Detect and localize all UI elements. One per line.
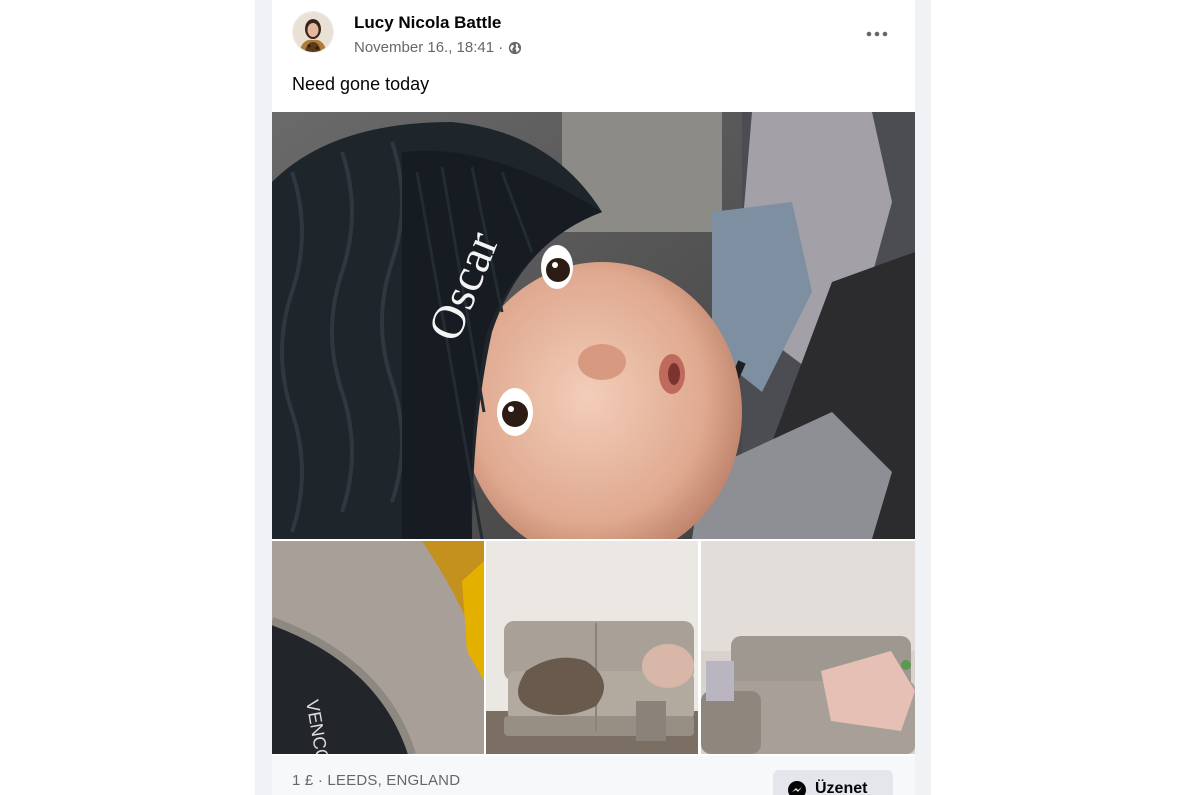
more-dots-icon [866,31,888,37]
post-photo-thumbnail-1[interactable]: VENCO [272,541,484,754]
post-timestamp[interactable]: November 16., 18:41 · [354,39,503,56]
message-button-label: Üzenet [815,780,868,795]
post-text: Need gone today [292,74,430,94]
price-location: 1 £ · LEEDS, ENGLAND [292,772,461,789]
message-button[interactable]: Üzenet [773,770,893,795]
more-options-button[interactable] [861,18,893,50]
messenger-icon [788,781,806,795]
post-photo-thumbnail-3[interactable] [701,541,915,754]
post-photo-thumbnail-2[interactable] [486,541,698,754]
listing-footer: 1 £ · LEEDS, ENGLAND Üzenet [272,756,915,795]
author-name[interactable]: Lucy Nicola Battle [354,13,501,33]
post-card: Lucy Nicola Battle November 16., 18:41 ·… [272,0,915,795]
post-meta: November 16., 18:41 · [354,39,522,56]
page: Lucy Nicola Battle November 16., 18:41 ·… [0,0,1200,795]
author-avatar[interactable] [293,12,333,52]
post-photo-main[interactable]: Oscar [272,112,915,539]
globe-icon [508,41,522,55]
